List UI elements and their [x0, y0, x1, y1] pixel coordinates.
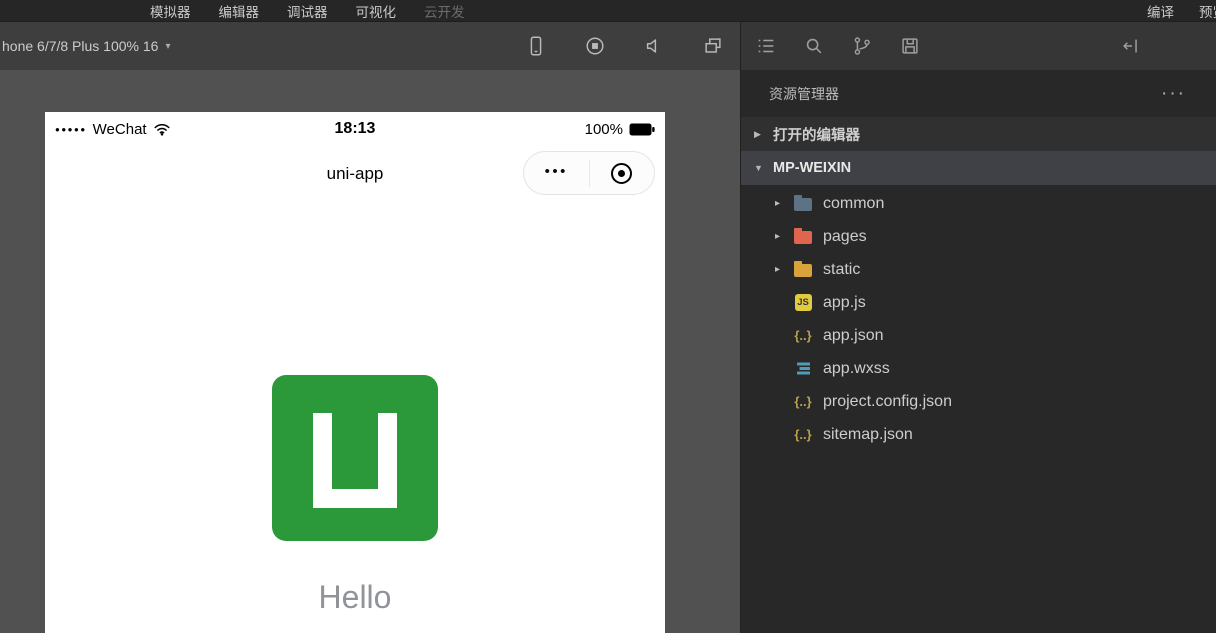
tree-item-label: common	[823, 195, 884, 213]
tree-item-pages[interactable]: ▸ pages	[741, 220, 1216, 253]
editor-toolbar	[741, 22, 1216, 70]
tree-item-common[interactable]: ▸ common	[741, 187, 1216, 220]
tree-item-app-wxss[interactable]: app.wxss	[741, 352, 1216, 385]
simulator-pane: hone 6/7/8 Plus 100% 16 ▾	[0, 22, 740, 633]
search-icon[interactable]	[803, 35, 825, 57]
save-deploy-icon[interactable]	[899, 35, 921, 57]
tree-item-label: pages	[823, 228, 867, 246]
wechat-devtools-window: 模拟器 编辑器 调试器 可视化 云开发 编译 预览 hone 6/7/8 Plu…	[0, 0, 1216, 633]
more-dots-icon: •••	[545, 163, 568, 180]
phone-screen: ●●●●● WeChat 18:13 100%	[45, 112, 665, 633]
js-file-icon: JS	[793, 294, 813, 311]
wechat-capsule: •••	[523, 151, 655, 195]
uniapp-logo-u	[313, 413, 397, 508]
tree-item-label: project.config.json	[823, 393, 952, 411]
menu-visualization[interactable]: 可视化	[356, 1, 397, 21]
file-explorer: 资源管理器 ··· ▶ 打开的编辑器 ▼ MP-WEIXIN ▸ common	[741, 70, 1216, 633]
simulator-toolbar: hone 6/7/8 Plus 100% 16 ▾	[0, 22, 740, 70]
phone-nav-bar: uni-app •••	[45, 146, 665, 202]
editor-pane: 资源管理器 ··· ▶ 打开的编辑器 ▼ MP-WEIXIN ▸ common	[740, 22, 1216, 633]
uniapp-logo	[272, 375, 438, 541]
tree-item-project-config-json[interactable]: {..} project.config.json	[741, 385, 1216, 418]
tree-item-label: sitemap.json	[823, 426, 913, 444]
section-open-editors[interactable]: ▶ 打开的编辑器	[741, 117, 1216, 151]
more-actions-icon[interactable]: ···	[1161, 89, 1186, 99]
capsule-more-button[interactable]: •••	[524, 166, 589, 180]
menu-cloud-dev: 云开发	[424, 1, 465, 21]
tree-item-label: app.wxss	[823, 360, 890, 378]
mute-speaker-icon[interactable]	[643, 35, 665, 57]
json-file-icon: {..}	[793, 328, 813, 343]
menubar-right: 编译 预览	[1147, 1, 1216, 21]
chevron-right-icon: ▸	[775, 264, 793, 275]
menubar: 模拟器 编辑器 调试器 可视化 云开发 编译 预览	[0, 0, 1216, 22]
battery-percent-label: 100%	[585, 121, 623, 138]
tree-item-sitemap-json[interactable]: {..} sitemap.json	[741, 418, 1216, 451]
chevron-right-icon: ▸	[775, 231, 793, 242]
tree-item-label: app.json	[823, 327, 884, 345]
tree-item-label: static	[823, 261, 860, 279]
menu-preview[interactable]: 预览	[1199, 1, 1216, 21]
stop-record-icon[interactable]	[584, 35, 606, 57]
phone-page-content: Hello	[45, 375, 665, 616]
carrier-label: WeChat	[93, 121, 147, 138]
menu-simulator[interactable]: 模拟器	[150, 1, 191, 21]
folder-icon	[793, 262, 813, 277]
phone-status-bar: ●●●●● WeChat 18:13 100%	[45, 112, 665, 146]
page-title: uni-app	[327, 164, 384, 184]
chevron-right-icon: ▸	[775, 198, 793, 209]
outline-list-icon[interactable]	[755, 35, 777, 57]
chevron-right-icon: ▶	[754, 129, 764, 140]
exit-target-icon	[611, 163, 632, 184]
tree-item-app-json[interactable]: {..} app.json	[741, 319, 1216, 352]
json-file-icon: {..}	[793, 427, 813, 442]
explorer-title: 资源管理器	[769, 84, 839, 104]
folder-icon	[793, 229, 813, 244]
menu-editor[interactable]: 编辑器	[219, 1, 260, 21]
file-tree: ▸ common ▸ pages ▸ static	[741, 185, 1216, 451]
mobile-device-icon[interactable]	[525, 35, 547, 57]
simulator-toolbar-icons	[525, 35, 740, 57]
menubar-left: 模拟器 编辑器 调试器 可视化 云开发	[0, 1, 465, 21]
collapse-panel-icon[interactable]	[1120, 35, 1142, 57]
chevron-down-icon: ▾	[165, 41, 170, 52]
hello-text: Hello	[45, 579, 665, 616]
json-file-icon: {..}	[793, 394, 813, 409]
simulator-area: ●●●●● WeChat 18:13 100%	[0, 70, 740, 633]
chevron-down-icon: ▼	[754, 163, 764, 173]
section-label: 打开的编辑器	[773, 124, 860, 145]
folder-icon	[793, 196, 813, 211]
signal-strength-icon: ●●●●●	[55, 125, 87, 134]
explorer-header: 资源管理器 ···	[741, 70, 1216, 117]
capsule-exit-button[interactable]	[590, 163, 655, 184]
wxss-file-icon	[793, 360, 813, 377]
tree-item-label: app.js	[823, 294, 866, 312]
section-label: MP-WEIXIN	[773, 160, 851, 176]
tree-item-static[interactable]: ▸ static	[741, 253, 1216, 286]
git-branch-icon[interactable]	[851, 35, 873, 57]
device-selector[interactable]: hone 6/7/8 Plus 100% 16 ▾	[2, 38, 171, 54]
cascade-windows-icon[interactable]	[702, 35, 724, 57]
tree-item-app-js[interactable]: JS app.js	[741, 286, 1216, 319]
section-project-root[interactable]: ▼ MP-WEIXIN	[741, 151, 1216, 185]
device-selector-label: hone 6/7/8 Plus 100% 16	[2, 38, 158, 54]
battery-icon	[629, 123, 655, 136]
menu-debugger[interactable]: 调试器	[287, 1, 328, 21]
menu-compile[interactable]: 编译	[1147, 1, 1174, 21]
wifi-icon	[153, 122, 171, 136]
